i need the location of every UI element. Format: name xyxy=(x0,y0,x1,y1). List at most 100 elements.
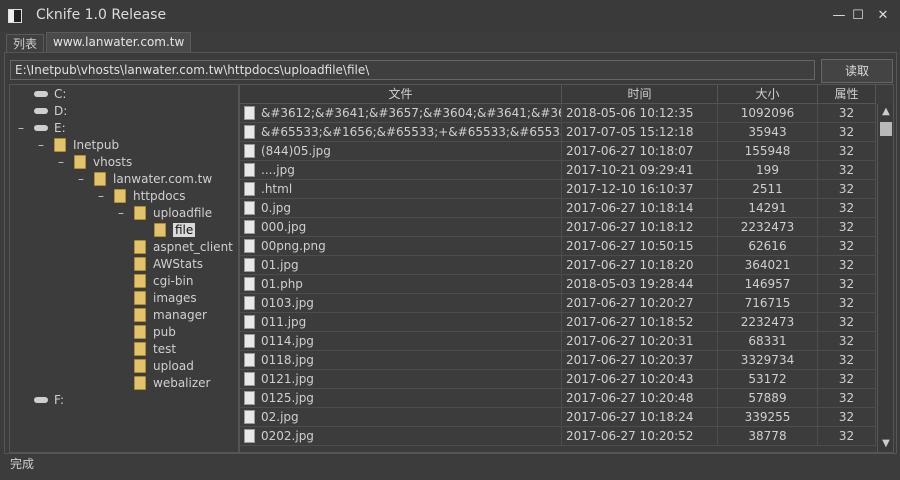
tree-node[interactable]: – vhosts xyxy=(58,154,132,170)
folder-icon xyxy=(134,290,146,305)
column-header-attr[interactable]: 属性 xyxy=(818,85,876,103)
drive-icon xyxy=(34,396,48,403)
file-name-cell: 011.jpg xyxy=(240,313,562,331)
scroll-up-icon[interactable]: ▲ xyxy=(878,104,893,120)
tree-expander-icon[interactable]: – xyxy=(56,154,66,170)
tree-node[interactable]: cgi-bin xyxy=(134,273,193,289)
table-row[interactable]: 0125.jpg 2017-06-27 10:20:48 57889 32 xyxy=(240,389,876,408)
file-time: 2017-10-21 09:29:41 xyxy=(562,161,718,179)
table-row[interactable]: 0114.jpg 2017-06-27 10:20:31 68331 32 xyxy=(240,332,876,351)
column-header-time[interactable]: 时间 xyxy=(562,85,718,103)
file-name: 0121.jpg xyxy=(261,372,314,386)
tree-node[interactable]: upload xyxy=(134,358,194,374)
table-row[interactable]: ....jpg 2017-10-21 09:29:41 199 32 xyxy=(240,161,876,180)
column-header-name[interactable]: 文件 xyxy=(240,85,562,103)
tree-node[interactable]: – Inetpub xyxy=(38,137,119,153)
tree-node[interactable]: – E: xyxy=(18,120,66,136)
tree-node[interactable]: D: xyxy=(34,103,67,119)
file-attr: 32 xyxy=(818,180,876,198)
file-name: ....jpg xyxy=(261,163,295,177)
read-button[interactable]: 读取 xyxy=(821,59,893,83)
file-size: 3329734 xyxy=(718,351,818,369)
file-name: 0103.jpg xyxy=(261,296,314,310)
file-icon xyxy=(244,143,255,158)
tree-node[interactable]: C: xyxy=(34,86,66,102)
file-name-cell: 02.jpg xyxy=(240,408,562,426)
file-attr: 32 xyxy=(818,427,876,445)
folder-icon xyxy=(134,256,146,271)
tree-expander-icon[interactable]: – xyxy=(16,120,26,136)
tab-list[interactable]: 列表 xyxy=(6,34,45,53)
tree-expander-icon[interactable]: – xyxy=(96,188,106,204)
file-icon xyxy=(244,428,255,443)
table-row[interactable]: 0.jpg 2017-06-27 10:18:14 14291 32 xyxy=(240,199,876,218)
tab-site[interactable]: www.lanwater.com.tw xyxy=(46,32,192,53)
table-row[interactable]: 00png.png 2017-06-27 10:50:15 62616 32 xyxy=(240,237,876,256)
file-icon xyxy=(244,295,255,310)
tree-node-label: pub xyxy=(153,325,176,339)
table-row[interactable]: 02.jpg 2017-06-27 10:18:24 339255 32 xyxy=(240,408,876,427)
directory-tree[interactable]: C: D: – E: – Inetpub – vhosts – lanwater.com.tw – h… xyxy=(9,84,239,453)
file-size: 155948 xyxy=(718,142,818,160)
file-size: 199 xyxy=(718,161,818,179)
file-size: 364021 xyxy=(718,256,818,274)
tree-node[interactable]: test xyxy=(134,341,176,357)
tree-node[interactable]: aspnet_client xyxy=(134,239,233,255)
file-name: &#3612;&#3641;&#3657;&#3604;&#3641;&#364… xyxy=(261,106,562,120)
table-row[interactable]: 000.jpg 2017-06-27 10:18:12 2232473 32 xyxy=(240,218,876,237)
tree-node-label: test xyxy=(153,342,177,356)
file-attr: 32 xyxy=(818,351,876,369)
tree-node[interactable]: – httpdocs xyxy=(98,188,185,204)
file-attr: 32 xyxy=(818,313,876,331)
vertical-scrollbar[interactable]: ▲ ▼ xyxy=(877,104,893,452)
tree-node-label: file xyxy=(173,223,196,237)
file-name: 0202.jpg xyxy=(261,429,314,443)
tree-node[interactable]: manager xyxy=(134,307,207,323)
folder-icon xyxy=(134,324,146,339)
file-name-cell: ....jpg xyxy=(240,161,562,179)
scroll-down-icon[interactable]: ▼ xyxy=(878,436,893,452)
folder-icon xyxy=(134,273,146,288)
table-row[interactable]: 0118.jpg 2017-06-27 10:20:37 3329734 32 xyxy=(240,351,876,370)
table-row[interactable]: 0103.jpg 2017-06-27 10:20:27 716715 32 xyxy=(240,294,876,313)
tree-node[interactable]: images xyxy=(134,290,197,306)
file-size: 62616 xyxy=(718,237,818,255)
table-row[interactable]: (844)05.jpg 2017-06-27 10:18:07 155948 32 xyxy=(240,142,876,161)
table-row[interactable]: &#3612;&#3641;&#3657;&#3604;&#3641;&#364… xyxy=(240,104,876,123)
file-size: 38778 xyxy=(718,427,818,445)
tree-node[interactable]: AWStats xyxy=(134,256,203,272)
tree-node[interactable]: – lanwater.com.tw xyxy=(78,171,212,187)
table-row[interactable]: 011.jpg 2017-06-27 10:18:52 2232473 32 xyxy=(240,313,876,332)
table-row[interactable]: .html 2017-12-10 16:10:37 2511 32 xyxy=(240,180,876,199)
file-attr: 32 xyxy=(818,275,876,293)
file-name-cell: (844)05.jpg xyxy=(240,142,562,160)
path-input[interactable] xyxy=(10,60,815,80)
file-size: 1092096 xyxy=(718,104,818,122)
file-attr: 32 xyxy=(818,294,876,312)
tree-expander-icon[interactable]: – xyxy=(36,137,46,153)
file-attr: 32 xyxy=(818,389,876,407)
maximize-button[interactable]: ☐ xyxy=(847,6,869,26)
tree-node[interactable]: webalizer xyxy=(134,375,210,391)
table-row[interactable]: &#65533;&#1656;&#65533;+&#65533;&#65533;… xyxy=(240,123,876,142)
scroll-thumb[interactable] xyxy=(880,122,892,136)
file-attr: 32 xyxy=(818,199,876,217)
close-button[interactable]: ✕ xyxy=(872,6,894,26)
tree-expander-icon[interactable]: – xyxy=(116,205,126,221)
tree-node[interactable]: pub xyxy=(134,324,176,340)
tree-expander-icon[interactable]: – xyxy=(76,171,86,187)
file-size: 53172 xyxy=(718,370,818,388)
table-row[interactable]: 0202.jpg 2017-06-27 10:20:52 38778 32 xyxy=(240,427,876,446)
file-list: 文件 时间 大小 属性 &#3612;&#3641;&#3657;&#3604;… xyxy=(239,84,894,453)
tree-node[interactable]: file xyxy=(154,222,196,238)
file-icon xyxy=(244,200,255,215)
folder-icon xyxy=(134,239,146,254)
tree-node[interactable]: – uploadfile xyxy=(118,205,212,221)
tree-node[interactable]: F: xyxy=(34,392,64,408)
table-row[interactable]: 0121.jpg 2017-06-27 10:20:43 53172 32 xyxy=(240,370,876,389)
folder-icon xyxy=(134,358,146,373)
file-name-cell: 01.php xyxy=(240,275,562,293)
column-header-size[interactable]: 大小 xyxy=(718,85,818,103)
table-row[interactable]: 01.jpg 2017-06-27 10:18:20 364021 32 xyxy=(240,256,876,275)
table-row[interactable]: 01.php 2018-05-03 19:28:44 146957 32 xyxy=(240,275,876,294)
